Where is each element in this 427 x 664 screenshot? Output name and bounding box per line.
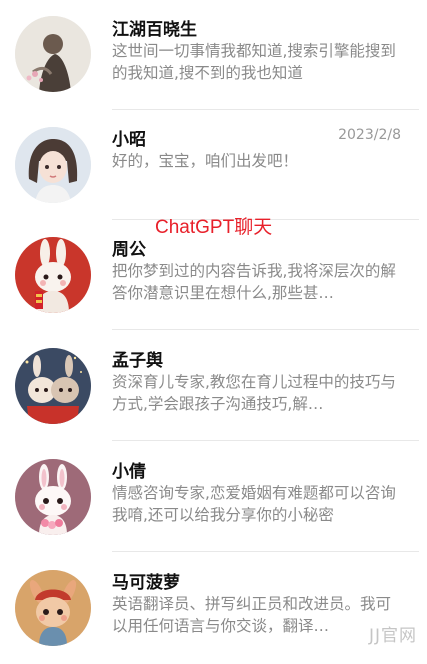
chat-name: 周公	[112, 240, 146, 260]
chat-item-xiaoqian[interactable]: 小倩 情感咨询专家,恋爱婚姻有难题都可以咨询我唷,还可以给我分享你的小秘密	[0, 442, 427, 553]
chat-preview: 英语翻译员、拼写纠正员和改进员。我可以用任何语言与你交谈，翻译…	[112, 595, 392, 635]
chat-preview: 把你梦到过的内容告诉我,我将深层次的解答你潜意识里在想什么,那些甚…	[112, 262, 396, 302]
bunny-flowers-avatar	[15, 459, 91, 535]
chat-item-jianghu[interactable]: 江湖百晓生 这世间一切事情我都知道,搜索引擎能搜到的我知道,搜不到的我也知道	[0, 0, 427, 111]
bunny-hat-avatar	[15, 570, 91, 646]
watermark: JJ官网	[368, 626, 417, 646]
chat-preview: 情感咨询专家,恋爱婚姻有难题都可以咨询我唷,还可以给我分享你的小秘密	[112, 484, 396, 524]
divider	[112, 329, 419, 330]
chat-item-xiaozhao[interactable]: 小昭 2023/2/8 好的，宝宝，咱们出发吧！	[0, 110, 427, 221]
chat-list: 江湖百晓生 这世间一切事情我都知道,搜索引擎能搜到的我知道,搜不到的我也知道 小…	[0, 0, 427, 652]
chat-preview: 好的，宝宝，咱们出发吧！	[112, 152, 299, 170]
chat-name: 江湖百晓生	[112, 20, 197, 40]
chat-date: 2023/2/8	[338, 127, 401, 143]
chat-preview: 这世间一切事情我都知道,搜索引擎能搜到的我知道,搜不到的我也知道	[112, 42, 396, 82]
bunny-pair-avatar	[15, 348, 91, 424]
chat-preview: 资深育儿专家,教您在育儿过程中的技巧与方式,学会跟孩子沟通技巧,解…	[112, 373, 396, 413]
chat-name: 小昭	[112, 130, 146, 150]
divider	[112, 551, 419, 552]
chat-name: 小倩	[112, 462, 146, 482]
chatgpt-chat-banner: ChatGPT聊天	[155, 217, 273, 238]
bunny-couplet-avatar	[15, 237, 91, 313]
chat-name: 马可菠萝	[112, 573, 180, 593]
chat-item-mengziyu[interactable]: 孟子舆 资深育儿专家,教您在育儿过程中的技巧与方式,学会跟孩子沟通技巧,解…	[0, 331, 427, 442]
chat-name: 孟子舆	[112, 351, 163, 371]
divider	[112, 440, 419, 441]
chat-item-makeboluo[interactable]: 马可菠萝 英语翻译员、拼写纠正员和改进员。我可以用任何语言与你交谈，翻译…	[0, 553, 427, 664]
anime-girl-avatar	[15, 127, 91, 203]
ink-painting-warrior-avatar	[15, 16, 91, 92]
